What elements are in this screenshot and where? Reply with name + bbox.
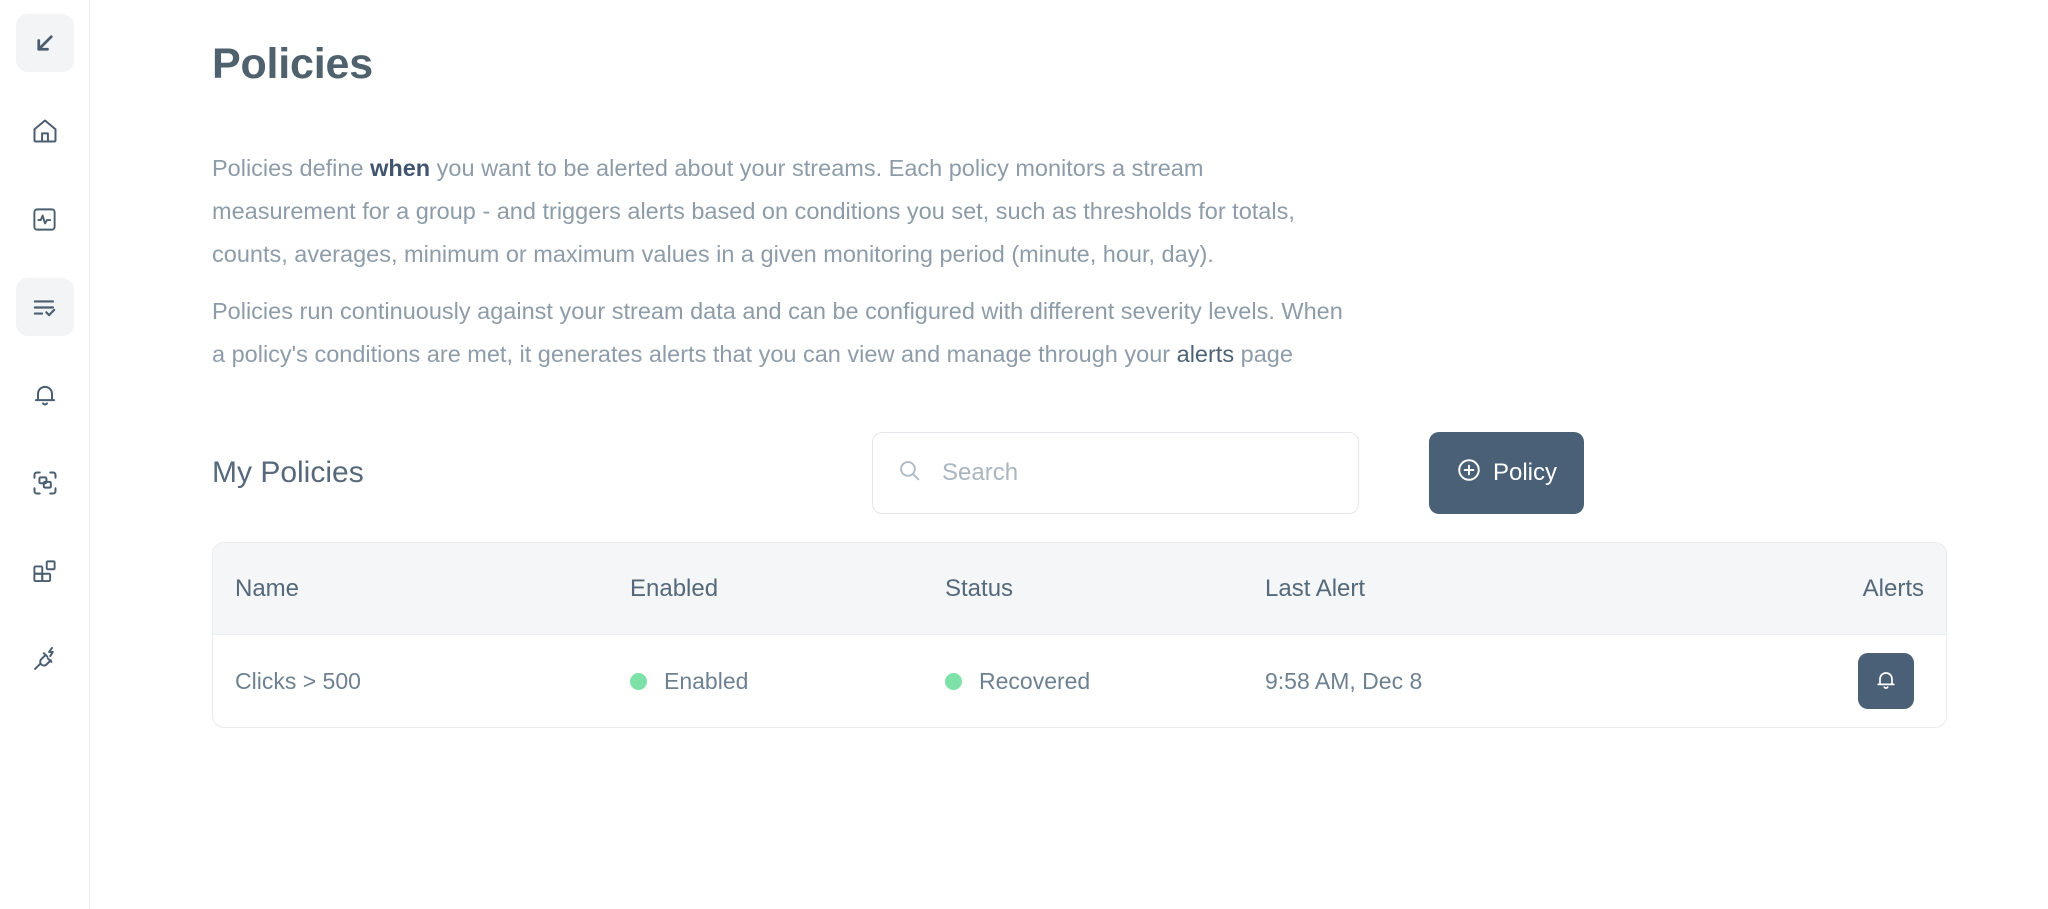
sidebar-item-streams[interactable] <box>16 190 74 248</box>
section-title: My Policies <box>212 456 364 489</box>
add-policy-button[interactable]: Policy <box>1429 432 1584 514</box>
sidebar-item-policies[interactable] <box>15 278 74 336</box>
search-icon <box>897 458 922 488</box>
sidebar-item-collapse[interactable] <box>15 14 74 72</box>
enabled-label: Enabled <box>664 667 749 694</box>
cell-status: Recovered <box>945 668 1265 695</box>
sidebar-item-groups[interactable] <box>16 454 74 512</box>
intro-p2-post: page <box>1234 341 1293 367</box>
add-policy-label: Policy <box>1492 459 1558 486</box>
plus-circle-icon <box>1456 457 1482 490</box>
policies-table: Name Enabled Status Last Alert Alerts Cl… <box>212 542 1947 728</box>
main-content: Policies Policies define when you want t… <box>90 0 2048 909</box>
page-title: Policies <box>212 40 373 88</box>
scan-group-icon <box>31 469 59 497</box>
search-box[interactable] <box>872 432 1359 514</box>
enabled-status-dot <box>630 672 647 690</box>
sidebar-item-home[interactable] <box>16 102 74 160</box>
list-check-icon <box>30 293 59 322</box>
sidebar-item-alerts[interactable] <box>16 366 74 424</box>
row-alerts-button[interactable] <box>1858 653 1914 709</box>
intro-p1-strong: when <box>370 155 431 181</box>
sidebar <box>0 0 90 909</box>
table-row[interactable]: Clicks > 500 Enabled Recovered 9:58 AM, … <box>213 635 1946 727</box>
cell-last-alert: 9:58 AM, Dec 8 <box>1265 667 1423 694</box>
status-dot <box>945 672 962 690</box>
blocks-icon <box>31 558 58 585</box>
app-root: Policies Policies define when you want t… <box>0 0 2048 909</box>
home-icon <box>31 117 59 145</box>
sidebar-item-dashboards[interactable] <box>16 542 74 600</box>
intro-description: Policies define when you want to be aler… <box>212 147 1347 376</box>
sidebar-item-integrations[interactable] <box>16 630 74 688</box>
activity-pulse-icon <box>31 206 58 233</box>
column-header-alerts: Alerts <box>1862 574 1924 602</box>
column-header-enabled: Enabled <box>630 574 719 602</box>
intro-p2-pre: Policies run continuously against your s… <box>212 298 1343 367</box>
bell-icon <box>31 381 59 409</box>
policies-toolbar: My Policies Search Policy <box>212 432 1958 514</box>
cell-policy-name: Clicks > 500 <box>235 667 361 694</box>
column-header-status: Status <box>945 574 1014 602</box>
alerts-link[interactable]: alerts <box>1177 341 1234 367</box>
search-input[interactable] <box>940 458 1320 488</box>
intro-paragraph-2: Policies run continuously against your s… <box>212 290 1347 376</box>
column-header-name: Name <box>235 574 300 602</box>
column-header-last-alert: Last Alert <box>1265 574 1366 602</box>
intro-paragraph-1: Policies define when you want to be aler… <box>212 147 1347 276</box>
collapse-arrow-icon <box>30 28 60 58</box>
cell-alerts <box>1705 653 1924 709</box>
cell-enabled: Enabled <box>630 668 945 695</box>
search-container <box>872 432 1359 514</box>
table-header-row: Name Enabled Status Last Alert Alerts <box>213 543 1946 635</box>
plug-zap-icon <box>31 645 59 673</box>
status-label: Recovered <box>979 667 1091 694</box>
intro-p1-pre: Policies define <box>212 155 371 181</box>
bell-icon <box>1874 668 1898 695</box>
